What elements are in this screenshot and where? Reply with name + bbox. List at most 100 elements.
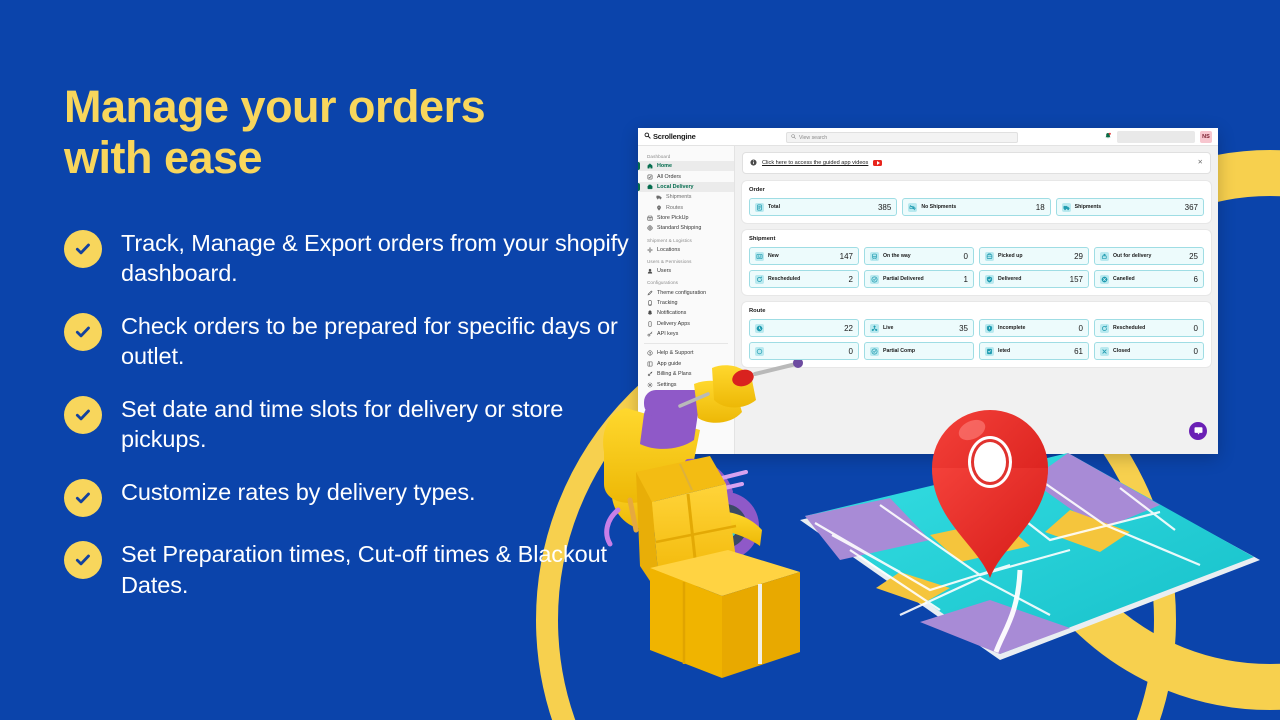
feature-bullet-list: Track, Manage & Export orders from your … — [64, 228, 644, 600]
sidebar-item-home[interactable]: Home — [638, 161, 734, 172]
sidebar-item-all-orders[interactable]: All Orders — [638, 171, 734, 181]
stat-label: Live — [883, 325, 894, 331]
truck-icon — [1061, 202, 1071, 212]
stat-label: Total — [768, 204, 781, 210]
sidebar-item-label: Home — [657, 163, 672, 170]
stat-card[interactable]: New 147 — [749, 247, 859, 265]
stat-section: Shipment New 147 On the way 0 Picked up 29 Out … — [742, 230, 1211, 295]
sidebar-item-help-support[interactable]: Help & Support — [638, 348, 734, 358]
stat-card[interactable]: Picked up 29 — [979, 247, 1089, 265]
sidebar-item-delivery-apps[interactable]: Delivery Apps — [638, 319, 734, 329]
stat-label: Picked up — [998, 253, 1023, 259]
key-icon — [647, 331, 653, 337]
guided-videos-link[interactable]: Click here to access the guided app vide… — [762, 160, 868, 166]
sidebar-item-theme-configuration[interactable]: Theme configuration — [638, 287, 734, 297]
stat-card[interactable]: On the way 0 — [864, 247, 974, 265]
scrollengine-logo-icon — [644, 132, 651, 141]
stat-card[interactable]: Delivered 157 — [979, 270, 1089, 288]
stat-card[interactable]: Incomplete 0 — [979, 319, 1089, 337]
stat-label: No Shipments — [921, 204, 957, 210]
sidebar-item-users[interactable]: Users — [638, 266, 734, 276]
check-circle-icon — [64, 312, 102, 351]
stat-card[interactable]: Rescheduled 0 — [1094, 319, 1204, 337]
store-icon — [647, 215, 653, 221]
stat-card[interactable]: Total 385 — [749, 198, 898, 216]
close-icon[interactable]: ✕ — [1198, 159, 1203, 167]
stat-card[interactable]: 22 — [749, 319, 859, 337]
picked-up-icon — [985, 251, 994, 261]
sidebar-item-store-pickup[interactable]: Store PickUp — [638, 213, 734, 223]
sidebar-item-label: Store PickUp — [657, 215, 689, 222]
stat-value: 29 — [1074, 251, 1083, 261]
stat-label: Out for delivery — [1113, 253, 1152, 259]
stat-value: 367 — [1184, 202, 1198, 212]
stat-section: Route 22 Live 35 Incomplete 0 Rescheduled 0 0 Par… — [742, 302, 1211, 367]
stat-value: 18 — [1035, 202, 1045, 212]
no-shipment-icon — [908, 202, 918, 212]
feature-bullet-text: Customize rates by delivery types. — [121, 478, 476, 505]
stat-label: Delivered — [998, 276, 1022, 282]
sidebar-item-label: Standard Shipping — [657, 225, 702, 232]
sidebar-item-label: Locations — [657, 246, 681, 253]
sidebar-item-locations[interactable]: Locations — [638, 245, 734, 255]
avatar[interactable]: NS — [1200, 131, 1212, 143]
sidebar-item-label: Routes — [666, 204, 684, 211]
topbar-actions: NS — [1104, 131, 1212, 143]
brand-name: Scrollengine — [653, 132, 696, 141]
brand[interactable]: Scrollengine — [644, 132, 696, 141]
feature-bullet-text: Check orders to be prepared for specific… — [121, 312, 618, 370]
check-circle-icon — [64, 540, 102, 579]
stat-card[interactable]: Rescheduled 2 — [749, 270, 859, 288]
sidebar-item-local-delivery[interactable]: Local Delivery — [638, 181, 734, 193]
hidden-icon — [755, 346, 764, 356]
stat-card[interactable]: Out for delivery 25 — [1094, 247, 1204, 265]
feature-bullet-text: Set date and time slots for delivery or … — [121, 395, 564, 453]
stat-card[interactable]: Partial Delivered 1 — [864, 270, 974, 288]
reschedule-icon — [1100, 323, 1109, 333]
sidebar-item-standard-shipping[interactable]: Standard Shipping — [638, 223, 734, 233]
bell-icon[interactable] — [1104, 132, 1112, 142]
info-icon — [750, 158, 757, 168]
stat-card[interactable]: Live 35 — [864, 319, 974, 337]
search-placeholder: View search — [799, 134, 828, 141]
stat-value: 0 — [1193, 323, 1198, 333]
stat-value: 0 — [848, 346, 853, 356]
reschedule-icon — [755, 274, 764, 284]
location-icon — [647, 246, 653, 253]
stat-label: Partial Comp — [883, 348, 915, 354]
partial-completed-icon — [870, 346, 879, 356]
stat-card[interactable]: Closed 0 — [1094, 342, 1204, 360]
orders-icon — [647, 174, 653, 180]
clock-icon — [755, 323, 764, 333]
local-delivery-icon — [647, 184, 653, 190]
stat-card[interactable]: leted 61 — [979, 342, 1089, 360]
dashboard-topbar: Scrollengine View search NS — [638, 128, 1218, 146]
sidebar-item-routes[interactable]: Routes — [638, 203, 734, 213]
sidebar-item-label: API keys — [657, 331, 679, 338]
sidebar-item-label: Local Delivery — [657, 183, 694, 190]
guided-videos-banner[interactable]: Click here to access the guided app vide… — [742, 152, 1211, 174]
search-icon — [791, 134, 796, 141]
stat-value: 25 — [1189, 251, 1198, 261]
store-name-chip[interactable] — [1117, 131, 1195, 143]
sidebar-item-tracking[interactable]: Tracking — [638, 298, 734, 308]
sidebar-item-label: Shipments — [666, 194, 692, 201]
stat-card[interactable]: No Shipments 18 — [902, 198, 1051, 216]
stat-grid: 22 Live 35 Incomplete 0 Rescheduled 0 0 Partial … — [749, 319, 1204, 360]
search-input[interactable]: View search — [786, 132, 1018, 143]
stat-card[interactable]: Shipments 367 — [1055, 198, 1204, 216]
stat-card[interactable]: Partial Comp — [864, 342, 974, 360]
stat-card[interactable]: Canelled 6 — [1094, 270, 1204, 288]
feature-bullet: Check orders to be prepared for specific… — [64, 311, 644, 372]
stat-value: 157 — [1069, 274, 1083, 284]
sidebar-group-label: Dashboard — [647, 154, 671, 159]
sidebar-item-notifications[interactable]: Notifications — [638, 308, 734, 318]
sidebar-item-shipments[interactable]: Shipments — [638, 192, 734, 202]
stat-value: 147 — [839, 251, 853, 261]
stat-label: Partial Delivered — [883, 276, 924, 282]
youtube-icon[interactable] — [873, 159, 883, 167]
sidebar-item-api-keys[interactable]: API keys — [638, 329, 734, 339]
sidebar-item-label: Users — [657, 268, 672, 275]
stat-card[interactable]: 0 — [749, 342, 859, 360]
help-icon — [647, 350, 653, 356]
